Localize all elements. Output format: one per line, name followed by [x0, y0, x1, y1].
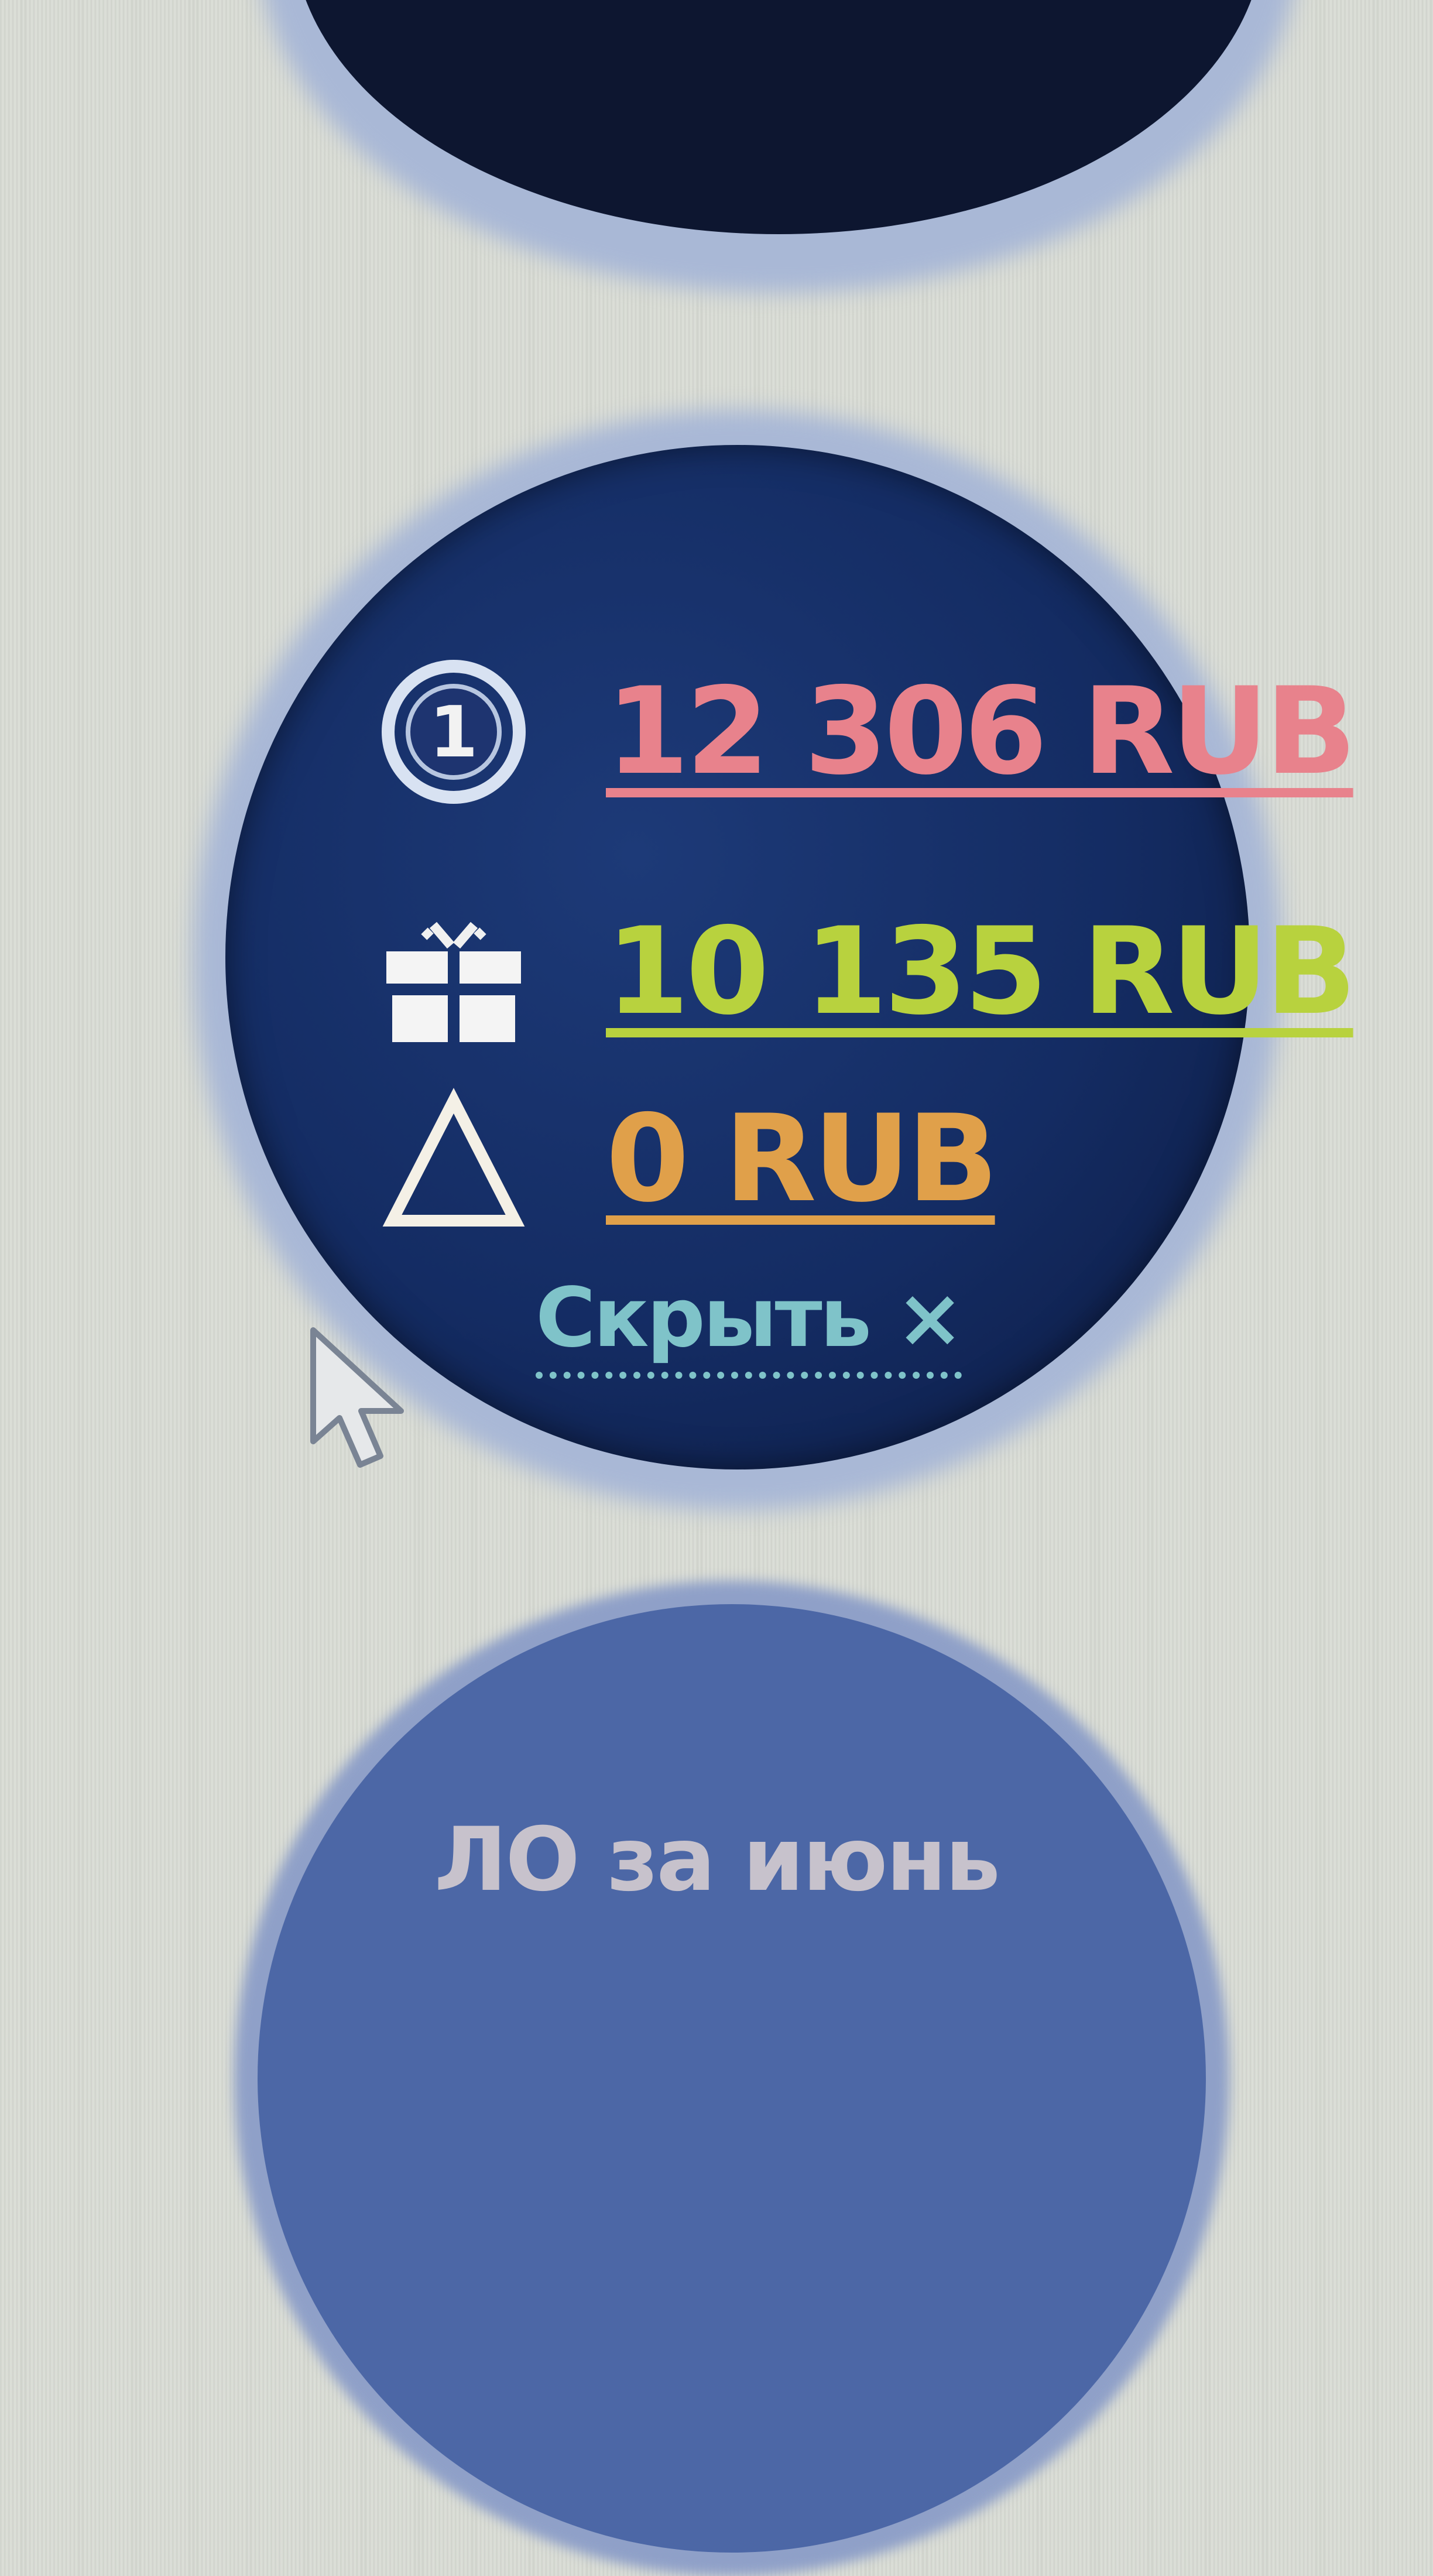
- balance-row-main: 1 12 306 RUB: [378, 656, 1357, 808]
- june-report-label: ЛО за июнь: [434, 1809, 1000, 1911]
- balance-row-bonus: 10 135 RUB: [378, 896, 1357, 1048]
- balance-row-delta: 0 RUB: [378, 1083, 999, 1235]
- coin-one-icon: 1: [378, 656, 530, 808]
- svg-text:1: 1: [429, 692, 478, 773]
- main-balance-link[interactable]: 12 306 RUB: [606, 672, 1357, 792]
- triangle-icon: [378, 1083, 530, 1235]
- mouse-cursor-icon: [310, 1327, 404, 1468]
- bonus-balance-link[interactable]: 10 135 RUB: [606, 912, 1357, 1032]
- delta-balance-link[interactable]: 0 RUB: [606, 1099, 999, 1220]
- hide-link[interactable]: Скрыть ×: [536, 1270, 964, 1379]
- gift-icon: [378, 896, 530, 1048]
- june-report-button[interactable]: [258, 1604, 1206, 2553]
